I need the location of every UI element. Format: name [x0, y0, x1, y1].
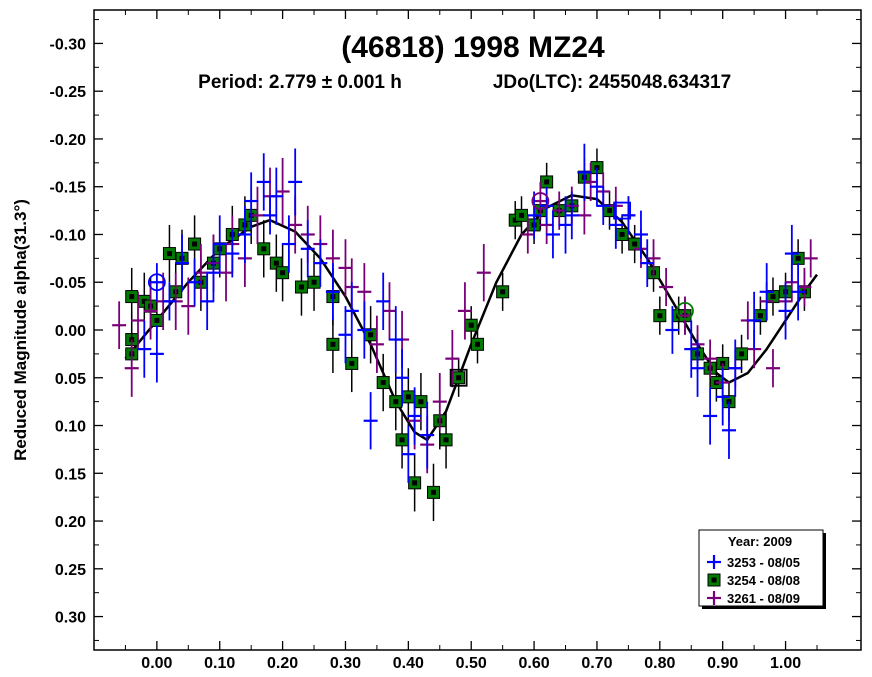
- y-axis-label: Reduced Magnitude alpha(31.3°): [11, 199, 30, 461]
- y-tick-label: -0.15: [50, 180, 87, 197]
- data-point-marker-center: [770, 294, 776, 300]
- y-tick-label: 0.25: [55, 562, 86, 579]
- y-tick-label: 0.20: [55, 514, 86, 531]
- chart-subtitle-period: Period: 2.779 ± 0.001 h: [198, 72, 402, 93]
- data-point-marker-center: [368, 332, 374, 338]
- data-point-marker-center: [273, 260, 279, 266]
- data-point-marker-center: [393, 399, 399, 405]
- data-point-marker-center: [129, 294, 135, 300]
- y-tick-label: 0.15: [55, 466, 86, 483]
- legend-entry-label: 3254 - 08/08: [727, 573, 800, 588]
- x-tick-label: 0.70: [581, 655, 612, 672]
- x-tick-label: 0.50: [456, 655, 487, 672]
- x-tick-label: 0.00: [141, 655, 172, 672]
- x-tick-label: 0.80: [644, 655, 675, 672]
- legend-entry-label: 3253 - 08/05: [727, 555, 800, 570]
- legend-entry-label: 3261 - 08/09: [727, 591, 800, 606]
- data-point-marker-center: [739, 351, 745, 357]
- x-tick-label: 0.60: [519, 655, 550, 672]
- data-point-marker-center: [607, 208, 613, 214]
- data-point-marker-center: [475, 341, 480, 347]
- data-point-marker-center: [166, 251, 172, 257]
- chart-title: (46818) 1998 MZ24: [341, 31, 605, 64]
- data-point-marker-center: [261, 246, 267, 252]
- data-point-marker-center: [795, 255, 801, 261]
- lightcurve-chart: 0.00 0.10 0.20 0.30 0.40 0.50 0.60 0.70 0.80 0.90…: [0, 0, 872, 677]
- legend-title: Year: 2009: [728, 534, 792, 549]
- data-point-marker-center: [430, 489, 436, 495]
- data-point-marker-center: [657, 313, 663, 319]
- data-point-marker-center: [468, 322, 474, 328]
- data-point-marker-center: [412, 480, 418, 486]
- chart-svg: 0.00 0.10 0.20 0.30 0.40 0.50 0.60 0.70 0.80 0.90…: [11, 9, 862, 672]
- data-point-marker-center: [456, 375, 462, 381]
- data-point-marker-center: [380, 380, 386, 386]
- y-tick-label: 0.10: [55, 419, 86, 436]
- data-point-marker-center: [619, 231, 625, 237]
- data-point-marker-center: [311, 279, 317, 285]
- data-point-marker-center: [632, 241, 638, 247]
- x-tick-label: 0.90: [707, 655, 738, 672]
- data-point-marker-center: [500, 289, 506, 295]
- data-point-marker-center: [757, 313, 763, 319]
- chart-subtitle-epoch: JDo(LTC): 2455048.634317: [493, 72, 731, 93]
- y-tick-label: -0.10: [50, 227, 87, 244]
- data-point-marker-center: [544, 179, 550, 185]
- data-point-marker-center: [399, 437, 405, 443]
- data-point-marker-center: [154, 317, 160, 323]
- series-2: [125, 148, 811, 522]
- y-tick-label: 0.00: [55, 323, 86, 340]
- y-tick-label: 0.30: [55, 610, 86, 627]
- y-tick-label: -0.05: [50, 275, 87, 292]
- data-point-marker-center: [330, 341, 336, 347]
- data-point-marker-center: [349, 360, 355, 366]
- data-point-marker-center: [298, 284, 304, 290]
- x-tick-label: 0.30: [330, 655, 361, 672]
- data-points-layer: [112, 143, 818, 522]
- y-tick-label: -0.25: [50, 84, 87, 101]
- data-point-marker-center: [418, 399, 424, 405]
- x-tick-label: 1.00: [770, 655, 801, 672]
- x-tick-label: 0.40: [393, 655, 424, 672]
- legend-marker-center: [711, 577, 717, 583]
- series-3: [112, 158, 818, 474]
- data-point-marker-center: [192, 241, 198, 247]
- y-tick-label: 0.05: [55, 371, 86, 388]
- y-tick-label: -0.20: [50, 132, 87, 149]
- data-point-marker-center: [280, 270, 286, 276]
- x-tick-label: 0.10: [204, 655, 235, 672]
- data-point-marker-center: [519, 212, 525, 218]
- data-point-marker-center: [405, 394, 411, 400]
- legend: Year: 2009 3253 - 08/05 3254 - 08/08 3261 …: [698, 529, 826, 609]
- y-tick-label: -0.30: [50, 36, 87, 53]
- data-point-marker-center: [443, 437, 449, 443]
- x-tick-label: 0.20: [267, 655, 298, 672]
